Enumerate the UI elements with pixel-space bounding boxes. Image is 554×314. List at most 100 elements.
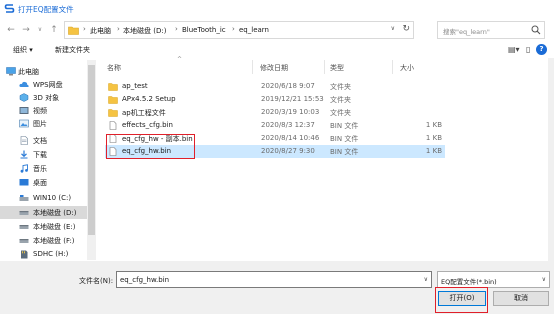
search-icon[interactable] [531,25,541,35]
address-dropdown-icon[interactable]: ∨ [391,25,395,32]
file-list-scrollbar[interactable] [548,58,554,263]
file-row[interactable]: APx4.5.2 Setup 2019/12/21 15:53 文件夹 [105,93,445,106]
sidebar-item-downloads[interactable]: 下载 [0,148,96,161]
folder-icon [108,96,118,104]
sidebar-item-wps-cloud[interactable]: WPS网盘 [0,78,96,91]
sidebar-item-label: 3D 对象 [33,94,60,102]
file-row[interactable]: ap_test 2020/6/18 9:07 文件夹 [105,80,445,93]
file-icon [109,121,117,130]
column-header-date[interactable]: 修改日期 [260,63,288,73]
help-icon[interactable]: ? [536,44,547,55]
sidebar-item-documents[interactable]: 文档 [0,134,96,147]
column-divider[interactable] [324,60,325,74]
recent-dropdown-icon[interactable]: ∨ [34,24,46,36]
chevron-down-icon[interactable]: ∨ [542,276,546,283]
command-bar: 组织 ▾ 新建文件夹 ▤▾ ▯ ? [0,43,554,57]
sidebar-item-label: 本地磁盘 (D:) [33,209,77,217]
filename-value[interactable]: eq_cfg_hw.bin [120,276,169,284]
sidebar-item-pictures[interactable]: 图片 [0,117,96,130]
new-folder-button[interactable]: 新建文件夹 [55,45,90,55]
sidebar-item-sdhc[interactable]: SDHC (H:) [0,248,96,261]
picture-icon [19,119,29,128]
file-row[interactable]: effects_cfg.bin 2020/8/3 12:37 BIN 文件 1 … [105,119,445,132]
column-divider[interactable] [252,60,253,74]
computer-icon [6,67,16,76]
column-header-size[interactable]: 大小 [400,63,414,73]
search-box[interactable]: 搜索"eq_learn" [437,21,545,39]
filename-label: 文件名(N): [79,277,114,285]
video-icon [19,107,29,114]
drive-icon [19,195,29,201]
filename-field[interactable]: eq_cfg_hw.bin ∨ [116,271,432,288]
highlight-annotation [435,287,488,313]
breadcrumb-drive-d[interactable]: 本地磁盘 (D:) [123,26,166,36]
file-date: 2019/12/21 15:53 [261,95,324,103]
column-header-name[interactable]: 名称 [107,63,121,73]
sidebar-item-drive-d[interactable]: 本地磁盘 (D:) [0,206,96,219]
folder-icon [108,109,118,117]
sidebar-item-drive-f[interactable]: 本地磁盘 (F:) [0,234,96,247]
organize-menu[interactable]: 组织 ▾ [13,45,33,55]
sd-card-icon [21,250,28,259]
breadcrumb-separator: › [83,25,86,33]
sidebar-item-label: 桌面 [33,179,47,187]
file-type: 文件夹 [330,83,351,91]
document-icon [20,136,28,145]
folder-icon [108,83,118,91]
app-logo-icon [4,4,15,13]
file-type: BIN 文件 [330,135,359,143]
refresh-icon[interactable]: ↻ [402,24,410,34]
sidebar-item-label: 此电脑 [18,68,39,76]
sidebar-item-drive-e[interactable]: 本地磁盘 (E:) [0,220,96,233]
file-type-filter-value: EQ配置文件(*.bin) [441,278,497,286]
search-input[interactable]: 搜索"eq_learn" [443,26,490,36]
sidebar-item-desktop[interactable]: 桌面 [0,176,96,189]
file-date: 2020/6/18 9:07 [261,82,315,90]
file-type-filter[interactable]: EQ配置文件(*.bin) ∨ [437,271,550,288]
address-row: ← → ∨ ↑ › 此电脑 › 本地磁盘 (D:) › BlueTooth_ic… [0,18,554,42]
navigation-pane: 此电脑 WPS网盘 3D 对象 视频 图片 文档 下载 音乐 桌面 WIN10 … [0,58,96,261]
sidebar-item-label: WIN10 (C:) [33,194,72,202]
breadcrumb-bluetooth-ic[interactable]: BlueTooth_ic [182,26,226,34]
chevron-down-icon[interactable]: ∨ [424,276,428,283]
up-arrow-icon[interactable]: ↑ [48,24,60,36]
sidebar-item-label: WPS网盘 [33,81,63,89]
file-row[interactable]: ap机工程文件 2020/3/19 10:03 文件夹 [105,106,445,119]
file-date: 2020/8/14 10:46 [261,134,320,142]
back-arrow-icon[interactable]: ← [5,24,17,36]
column-header-type[interactable]: 类型 [330,63,344,73]
sidebar-item-label: 下载 [33,151,47,159]
file-type: 文件夹 [330,109,351,117]
forward-arrow-icon[interactable]: → [20,24,32,36]
file-name: APx4.5.2 Setup [122,95,176,103]
sidebar-item-label: 文档 [33,137,47,145]
view-options-icon[interactable]: ▤▾ [508,45,520,54]
cancel-button[interactable]: 取消 [493,291,549,306]
sidebar-item-drive-c[interactable]: WIN10 (C:) [0,192,96,205]
sidebar-item-label: 视频 [33,107,47,115]
drive-icon [19,239,29,243]
file-name: ap机工程文件 [122,109,166,117]
preview-pane-icon[interactable]: ▯ [526,45,530,54]
column-divider[interactable] [392,60,393,74]
cloud-icon [19,81,29,87]
folder-icon [68,26,79,35]
file-date: 2020/8/27 9:30 [261,147,315,155]
sidebar-scrollbar-thumb[interactable] [88,65,95,235]
address-bar[interactable]: › 此电脑 › 本地磁盘 (D:) › BlueTooth_ic › eq_le… [64,21,414,39]
download-icon [20,150,28,159]
drive-icon [19,211,29,215]
sidebar-item-this-pc[interactable]: 此电脑 [0,65,96,78]
sidebar-item-music[interactable]: 音乐 [0,162,96,175]
sidebar-item-label: 图片 [33,120,47,128]
highlight-annotation [106,134,195,159]
desktop-icon [19,179,29,186]
file-type: BIN 文件 [330,148,359,156]
breadcrumb-this-pc[interactable]: 此电脑 [90,26,111,36]
breadcrumb-eq-learn[interactable]: eq_learn [239,26,269,34]
sidebar-item-3d-objects[interactable]: 3D 对象 [0,91,96,104]
title-bar: 打开EQ配置文件 [0,0,554,17]
sidebar-item-label: 本地磁盘 (E:) [33,223,76,231]
sidebar-item-videos[interactable]: 视频 [0,104,96,117]
file-name: ap_test [122,82,148,90]
